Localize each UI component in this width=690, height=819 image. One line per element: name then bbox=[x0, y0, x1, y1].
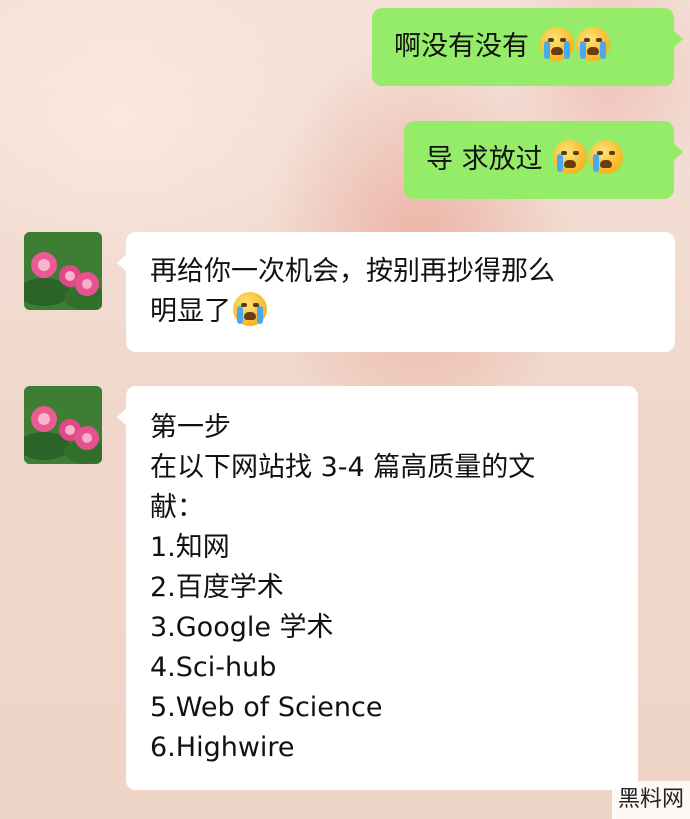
message-text-line: 献： bbox=[150, 492, 204, 523]
site-watermark: 黑料网 bbox=[612, 781, 690, 819]
message-text-line: 1.知网 bbox=[150, 532, 230, 563]
message-text: 导 求放过 bbox=[426, 144, 543, 175]
crying-face-icon bbox=[553, 140, 588, 174]
message-text: 明显了 bbox=[150, 296, 231, 327]
message-text: 啊没有没有 bbox=[394, 31, 529, 62]
message-bubble-received[interactable]: 再给你一次机会，按别再抄得那么 明显了 bbox=[117, 232, 675, 352]
lotus-flower-image bbox=[24, 232, 102, 310]
message-text-line: 6.Highwire bbox=[150, 732, 295, 763]
loudly-crying-face-icon bbox=[539, 27, 574, 61]
contact-avatar[interactable] bbox=[24, 386, 102, 464]
message-bubble-sent[interactable]: 啊没有没有 bbox=[372, 8, 683, 86]
rolling-on-the-floor-laughing-icon bbox=[233, 292, 267, 326]
crying-face-icon bbox=[589, 140, 624, 174]
message-text-line: 明显了 bbox=[150, 292, 651, 332]
contact-avatar[interactable] bbox=[24, 232, 102, 310]
message-text-line: 4.Sci-hub bbox=[150, 652, 277, 683]
message-text-line: 再给你一次机会，按别再抄得那么 bbox=[150, 256, 555, 287]
message-text-line: 第一步 bbox=[150, 412, 231, 443]
message-bubble-sent[interactable]: 导 求放过 bbox=[404, 121, 683, 199]
message-text-line: 3.Google 学术 bbox=[150, 612, 334, 643]
loudly-crying-face-icon bbox=[575, 27, 610, 61]
message-text-line: 5.Web of Science bbox=[150, 692, 383, 723]
message-text-line: 在以下网站找 3-4 篇高质量的文 bbox=[150, 452, 536, 483]
message-text-line: 2.百度学术 bbox=[150, 572, 284, 603]
lotus-flower-image bbox=[24, 386, 102, 464]
message-bubble-received[interactable]: 第一步 在以下网站找 3-4 篇高质量的文 献： 1.知网 2.百度学术 3.G… bbox=[117, 386, 638, 790]
